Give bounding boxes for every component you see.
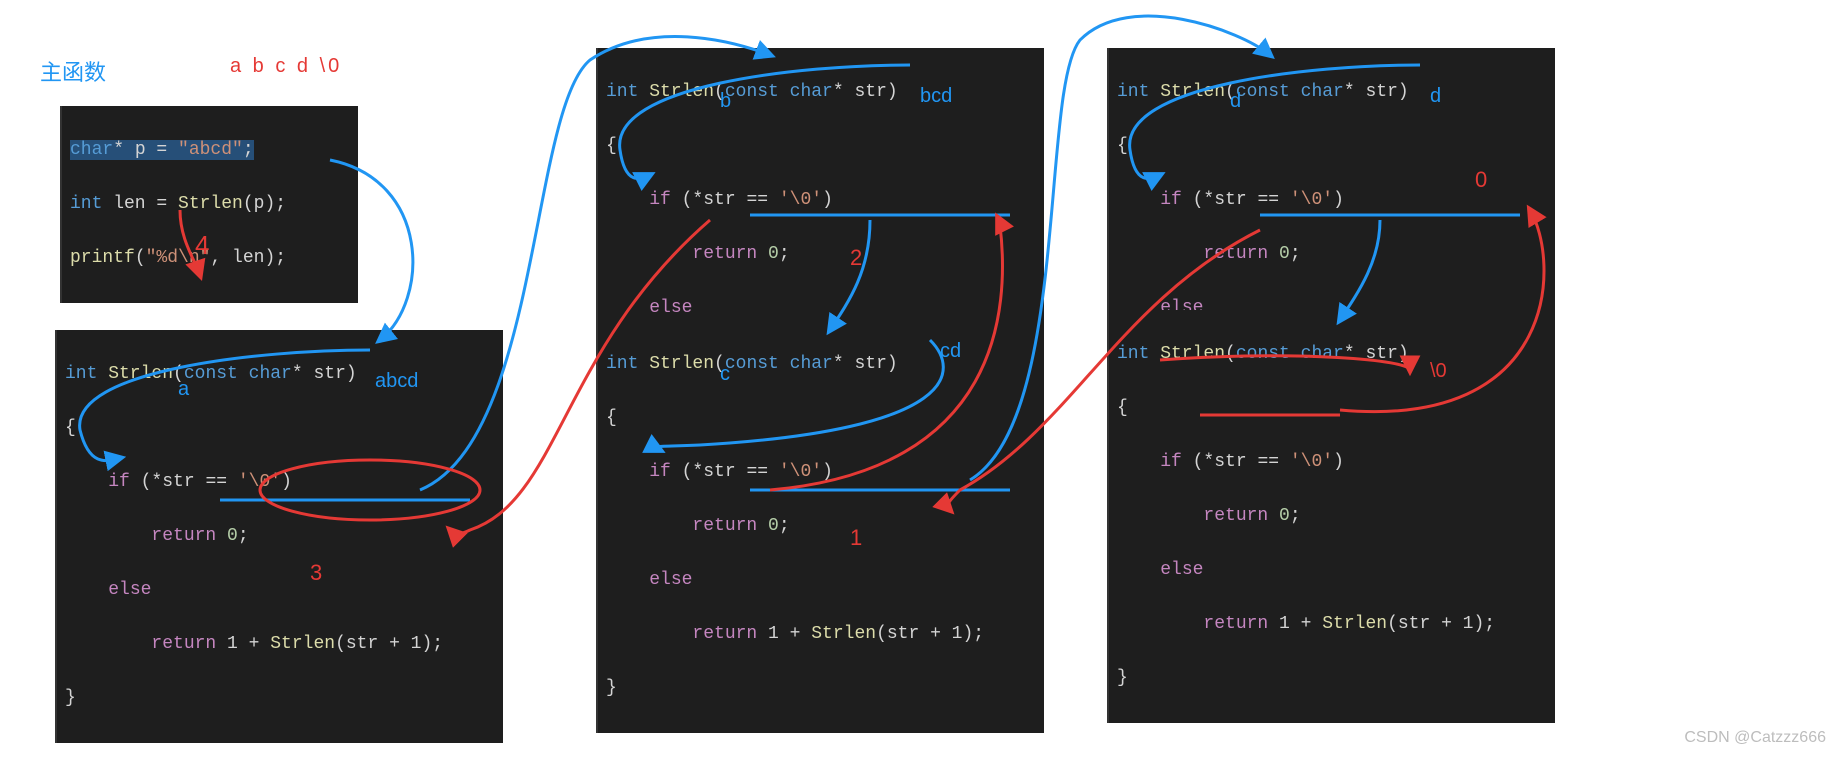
main-l1: char* p = "abcd"; [70,137,350,164]
hint-letter-c: c [720,363,730,386]
return-4: 4 [195,230,209,261]
return-3: 3 [310,560,322,586]
string-layout-label: a b c d \0 [230,55,342,78]
hint-letter-b: b [720,90,731,113]
hint-param-abcd: abcd [375,370,418,393]
main-code-box: char* p = "abcd"; int len = Strlen(p); p… [60,106,358,303]
hint-param-d: d [1430,85,1441,108]
watermark: CSDN @Catzzz666 [1684,729,1826,747]
hint-param-cd: cd [940,340,961,363]
return-1: 1 [850,525,862,551]
main-l3: printf("%d\n", len); [70,245,350,272]
hint-letter-a: a [178,378,189,401]
hint-param-bcd: bcd [920,85,952,108]
strlen-box-5: int Strlen(const char* str) { if (*str =… [1107,310,1555,723]
hint-param-null: \0 [1430,360,1447,383]
return-2: 2 [850,245,862,271]
main-l2: int len = Strlen(p); [70,191,350,218]
return-0: 0 [1475,167,1487,193]
hint-letter-d: d [1230,90,1241,113]
main-func-label: 主函数 [40,55,106,87]
strlen-box-1: int Strlen(const char* str) { if (*str =… [55,330,503,743]
strlen-box-3: int Strlen(const char* str) { if (*str =… [596,320,1044,733]
